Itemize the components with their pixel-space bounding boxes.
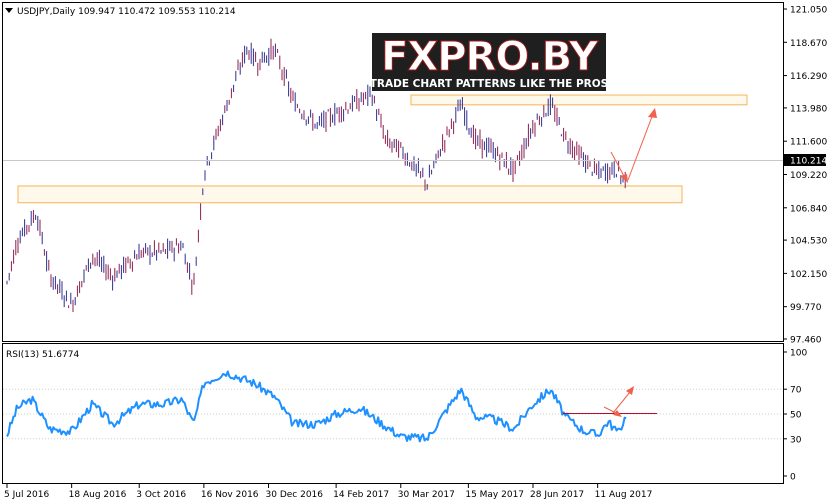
date-tick-label: 11 Aug 2017 (595, 490, 653, 500)
price-tick-label: 97.460 (790, 336, 822, 346)
rsi-tick-label: 100 (790, 349, 807, 359)
date-tick-label: 16 Nov 2016 (201, 490, 259, 500)
current-price-label: 110.214 (790, 157, 827, 167)
chart-window[interactable]: USDJPY,Daily 109.947 110.472 109.553 110… (0, 0, 829, 504)
rsi-label: RSI(13) 51.6774 (6, 350, 79, 360)
rsi-tick-label: 70 (790, 386, 802, 396)
price-tick-label: 121.050 (790, 6, 827, 16)
price-tick-label: 102.150 (790, 270, 827, 280)
watermark-logo: FXPRO.BY TRADE CHART PATTERNS LIKE THE P… (370, 33, 608, 91)
date-tick-label: 28 Jun 2017 (530, 490, 584, 500)
date-tick-label: 14 Feb 2017 (333, 490, 389, 500)
rsi-tick-label: 0 (790, 473, 796, 483)
price-tick-label: 111.600 (790, 138, 827, 148)
date-tick-label: 15 May 2017 (465, 490, 524, 500)
date-tick-label: 30 Mar 2017 (398, 490, 455, 500)
price-tick-label: 104.530 (790, 237, 827, 247)
watermark-tagline: TRADE CHART PATTERNS LIKE THE PROS (370, 78, 608, 90)
date-tick-label: 3 Oct 2016 (136, 490, 186, 500)
price-zone (410, 94, 748, 106)
date-tick-label: 30 Dec 2016 (266, 490, 324, 500)
price-tick-label: 113.980 (790, 104, 827, 114)
chart-title: USDJPY,Daily 109.947 110.472 109.553 110… (17, 7, 236, 17)
price-tick-label: 118.670 (790, 39, 827, 49)
rsi-tick-label: 50 (790, 411, 802, 421)
date-tick-label: 18 Aug 2016 (69, 490, 127, 500)
price-zone (17, 185, 683, 204)
rsi-tick-label: 30 (790, 435, 802, 445)
price-tick-label: 109.220 (790, 171, 827, 181)
price-tick-label: 106.840 (790, 204, 827, 214)
watermark-logo-text: FXPRO.BY (381, 34, 599, 80)
date-tick-label: 5 Jul 2016 (4, 490, 49, 500)
price-tick-label: 116.290 (790, 72, 827, 82)
price-tick-label: 99.770 (790, 303, 822, 313)
